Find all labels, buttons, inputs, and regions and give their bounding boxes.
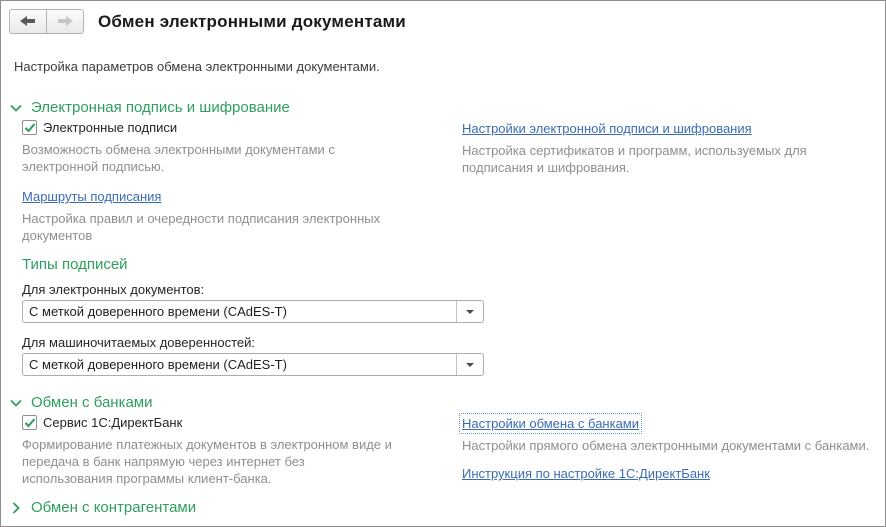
signature-settings-description: Настройка сертификатов и программ, испол…: [462, 143, 807, 175]
page-title: Обмен электронными документами: [98, 11, 406, 31]
section-signature-body: Электронные подписи Возможность обмена э…: [1, 116, 885, 376]
section-banks: Обмен с банками Сервис 1С:ДиректБанк Фор…: [1, 394, 885, 487]
signature-type-poa-select[interactable]: С меткой доверенного времени (CAdES-T): [22, 353, 484, 376]
signature-types-title: Типы подписей: [22, 256, 128, 273]
section-banks-body: Сервис 1С:ДиректБанк Формирование платеж…: [1, 411, 885, 487]
checkbox-label: Электронные подписи: [43, 120, 178, 135]
electronic-signatures-checkbox[interactable]: Электронные подписи: [22, 120, 441, 135]
directbank-description: Формирование платежных документов в элек…: [22, 437, 392, 486]
settings-window: Обмен электронными документами Настройка…: [0, 0, 886, 527]
back-button[interactable]: [9, 9, 47, 34]
forward-button[interactable]: [46, 9, 84, 34]
bank-exchange-settings-link[interactable]: Настройки обмена с банками: [458, 413, 643, 434]
section-counterparties-title: Обмен с контрагентами: [31, 499, 197, 516]
dropdown-button[interactable]: [456, 301, 483, 322]
signature-type-documents-select[interactable]: С меткой доверенного времени (CAdES-T): [22, 300, 484, 323]
field-label-machine-readable-poa: Для машиночитаемых доверенностей:: [22, 335, 255, 350]
checkbox-label: Сервис 1С:ДиректБанк: [43, 415, 183, 430]
selected-value: С меткой доверенного времени (CAdES-T): [29, 357, 287, 372]
signing-routes-link[interactable]: Маршруты подписания: [22, 189, 161, 204]
directbank-instruction-link[interactable]: Инструкция по настройке 1С:ДиректБанк: [462, 466, 710, 481]
signing-routes-description: Настройка правил и очередности подписани…: [22, 211, 381, 243]
chevron-down-icon: [10, 399, 22, 407]
dropdown-triangle-icon: [466, 362, 474, 367]
section-signature: Электронная подпись и шифрование Электро…: [1, 99, 885, 376]
checkbox-checked-icon: [22, 120, 37, 135]
selected-value: С меткой доверенного времени (CAdES-T): [29, 304, 287, 319]
section-signature-title: Электронная подпись и шифрование: [31, 99, 290, 116]
section-counterparties-header[interactable]: Обмен с контрагентами: [10, 499, 885, 516]
dropdown-button[interactable]: [456, 354, 483, 375]
signature-settings-link[interactable]: Настройки электронной подписи и шифрован…: [462, 121, 752, 136]
electronic-signatures-description: Возможность обмена электронными документ…: [22, 142, 335, 174]
chevron-down-icon: [10, 104, 22, 112]
page-subtitle: Настройка параметров обмена электронными…: [14, 59, 380, 74]
section-banks-header[interactable]: Обмен с банками: [10, 394, 885, 411]
field-label-electronic-documents: Для электронных документов:: [22, 282, 205, 297]
arrow-left-icon: [20, 14, 36, 29]
checkbox-checked-icon: [22, 415, 37, 430]
section-banks-title: Обмен с банками: [31, 394, 153, 411]
nav-button-group: [9, 9, 84, 34]
chevron-right-icon: [10, 501, 22, 514]
nav-bar: Обмен электронными документами: [1, 1, 885, 34]
dropdown-triangle-icon: [466, 309, 474, 314]
directbank-service-checkbox[interactable]: Сервис 1С:ДиректБанк: [22, 415, 441, 430]
bank-exchange-settings-description: Настройки прямого обмена электронными до…: [462, 438, 870, 453]
section-counterparties: Обмен с контрагентами: [1, 499, 885, 516]
section-signature-header[interactable]: Электронная подпись и шифрование: [10, 99, 885, 116]
arrow-right-icon: [57, 14, 73, 29]
